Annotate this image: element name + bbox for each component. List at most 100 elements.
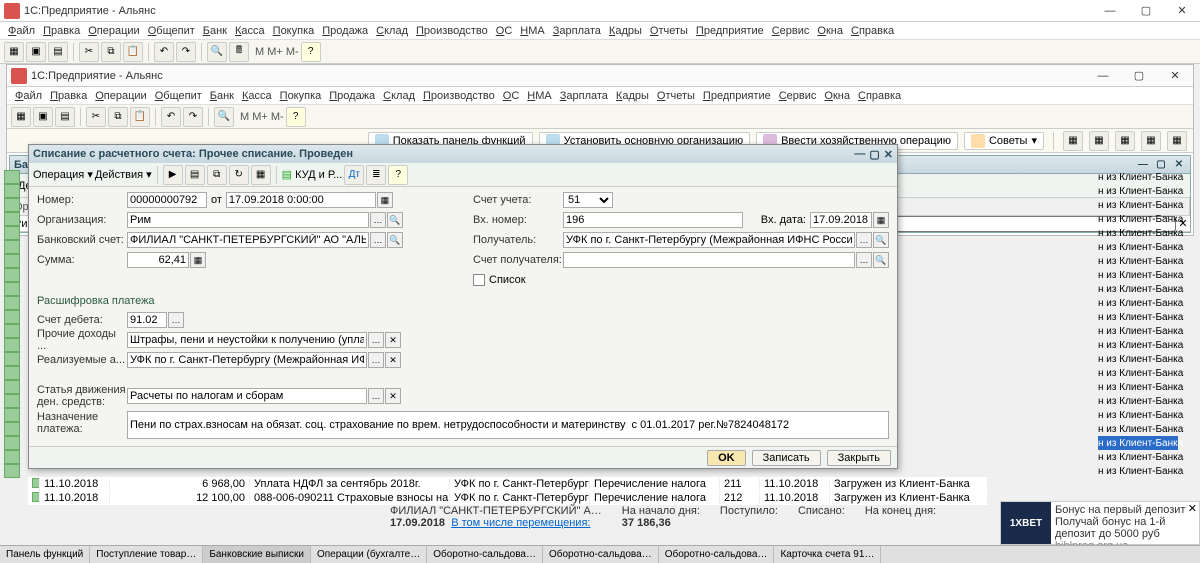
itb-save-icon[interactable]: ▤: [55, 107, 75, 127]
list-item[interactable]: н из Клиент-Банка: [1098, 464, 1178, 478]
menu-Продажа[interactable]: Продажа: [325, 90, 379, 102]
list-item[interactable]: н из Клиент-Банка: [1098, 394, 1178, 408]
tb-new-icon[interactable]: ▦: [4, 42, 24, 62]
tb-paste-icon[interactable]: 📋: [123, 42, 143, 62]
list-item[interactable]: н из Клиент-Банка: [1098, 198, 1178, 212]
itb-undo-icon[interactable]: ↶: [161, 107, 181, 127]
cashflow-clear-icon[interactable]: ✕: [385, 388, 401, 404]
modal-min-button[interactable]: —: [854, 148, 865, 161]
list-item[interactable]: н из Клиент-Банка: [1098, 352, 1178, 366]
tb-copy-icon[interactable]: ⧉: [101, 42, 121, 62]
row-post-icon[interactable]: [4, 338, 20, 352]
inner-min-button[interactable]: —: [1089, 67, 1117, 85]
row-post-icon[interactable]: [4, 212, 20, 226]
recipacct-open-icon[interactable]: 🔍: [873, 252, 889, 268]
indate-input[interactable]: [810, 212, 872, 228]
tb-save-icon[interactable]: ▤: [48, 42, 68, 62]
org-open-icon[interactable]: 🔍: [387, 212, 403, 228]
itb-paste-icon[interactable]: 📋: [130, 107, 150, 127]
row-post-icon[interactable]: [4, 310, 20, 324]
kudir-button[interactable]: ▤ КУД и Р...: [282, 168, 343, 181]
bankacct-input[interactable]: [127, 232, 369, 248]
recipient-input[interactable]: [563, 232, 855, 248]
tb-help-icon[interactable]: ?: [301, 42, 321, 62]
menu-Продажа[interactable]: Продажа: [318, 25, 372, 37]
mt-copy-icon[interactable]: ⧉: [207, 165, 227, 185]
mt-post-icon[interactable]: ▶: [163, 165, 183, 185]
itb-copy-icon[interactable]: ⧉: [108, 107, 128, 127]
taskbar-item[interactable]: Оборотно-сальдова…: [659, 546, 775, 563]
menu-Производство[interactable]: Производство: [412, 25, 492, 37]
recipacct-select-icon[interactable]: …: [856, 252, 872, 268]
menu-Кадры[interactable]: Кадры: [612, 90, 653, 102]
close-button[interactable]: Закрыть: [827, 450, 891, 466]
menu-НМА[interactable]: НМА: [516, 25, 548, 37]
row-post-icon[interactable]: [4, 184, 20, 198]
row-post-icon[interactable]: [4, 436, 20, 450]
list-item[interactable]: н из Клиент-Банка: [1098, 184, 1178, 198]
bankacct-select-icon[interactable]: …: [370, 232, 386, 248]
mt-dk-icon[interactable]: Дт: [344, 165, 364, 185]
realiz-input[interactable]: [127, 352, 367, 368]
menu-Зарплата[interactable]: Зарплата: [549, 25, 605, 37]
sum-input[interactable]: [127, 252, 189, 268]
outer-close-button[interactable]: ✕: [1168, 2, 1196, 20]
itb-new-icon[interactable]: ▦: [11, 107, 31, 127]
list-item[interactable]: н из Клиент-Банка: [1098, 366, 1178, 380]
list-item[interactable]: н из Клиент-Банка: [1098, 338, 1178, 352]
menu-Общепит[interactable]: Общепит: [151, 90, 206, 102]
otherinc-clear-icon[interactable]: ✕: [385, 332, 401, 348]
ok-button[interactable]: OK: [707, 450, 746, 466]
purpose-input[interactable]: [127, 411, 889, 439]
list-item[interactable]: н из Клиент-Банка: [1098, 324, 1178, 338]
org-input[interactable]: [127, 212, 369, 228]
menu-Операции[interactable]: Операции: [91, 90, 150, 102]
list-item[interactable]: н из Клиент-Банка: [1098, 450, 1178, 464]
mt-save-icon[interactable]: ▤: [185, 165, 205, 185]
cashflow-input[interactable]: [127, 388, 367, 404]
save-button[interactable]: Записать: [752, 450, 821, 466]
ad-close-icon[interactable]: ✕: [1188, 502, 1197, 515]
menu-Операции[interactable]: Операции: [84, 25, 143, 37]
menu-Покупка[interactable]: Покупка: [269, 25, 319, 37]
row-post-icon[interactable]: [4, 450, 20, 464]
list-item[interactable]: н из Клиент-Банка: [1098, 408, 1178, 422]
tb-undo-icon[interactable]: ↶: [154, 42, 174, 62]
itb-cut-icon[interactable]: ✂: [86, 107, 106, 127]
menu-ОС[interactable]: ОС: [499, 90, 524, 102]
row-post-icon[interactable]: [4, 240, 20, 254]
recipient-select-icon[interactable]: …: [856, 232, 872, 248]
row-post-icon[interactable]: [4, 380, 20, 394]
inner-max-button[interactable]: ▢: [1125, 67, 1153, 85]
menu-Покупка[interactable]: Покупка: [276, 90, 326, 102]
tips-button[interactable]: Советы▾: [964, 132, 1044, 150]
mt-help-icon[interactable]: ?: [388, 165, 408, 185]
menu-Справка[interactable]: Справка: [854, 90, 905, 102]
list-item[interactable]: н из Клиент-Банка: [1098, 170, 1178, 184]
itb-redo-icon[interactable]: ↷: [183, 107, 203, 127]
acct-select[interactable]: 51: [563, 192, 613, 208]
row-post-icon[interactable]: [4, 422, 20, 436]
row-post-icon[interactable]: [4, 408, 20, 422]
list-item[interactable]: н из Клиент-Банка: [1098, 254, 1178, 268]
transfers-link[interactable]: В том числе перемещения:: [451, 517, 590, 529]
ab-x3-icon[interactable]: ▦: [1115, 131, 1135, 151]
otherinc-input[interactable]: [127, 332, 367, 348]
inner-close-button[interactable]: ✕: [1161, 67, 1189, 85]
list-item[interactable]: н из Клиент-Банка: [1098, 422, 1178, 436]
menu-Склад[interactable]: Склад: [372, 25, 412, 37]
ab-x4-icon[interactable]: ▦: [1141, 131, 1161, 151]
menu-Отчеты[interactable]: Отчеты: [646, 25, 692, 37]
tb-open-icon[interactable]: ▣: [26, 42, 46, 62]
taskbar-item[interactable]: Карточка счета 91…: [774, 546, 881, 563]
row-post-icon[interactable]: [4, 254, 20, 268]
list-item[interactable]: н из Клиент-Банка: [1098, 310, 1178, 324]
tb-redo-icon[interactable]: ↷: [176, 42, 196, 62]
modal-close-button[interactable]: ✕: [884, 148, 893, 161]
row-post-icon[interactable]: [4, 324, 20, 338]
debit-select-icon[interactable]: …: [168, 312, 184, 328]
menu-Предприятие[interactable]: Предприятие: [699, 90, 775, 102]
taskbar-item[interactable]: Банковские выписки: [203, 546, 311, 563]
modal-max-button[interactable]: ▢: [869, 148, 879, 161]
menu-Банк[interactable]: Банк: [206, 90, 238, 102]
